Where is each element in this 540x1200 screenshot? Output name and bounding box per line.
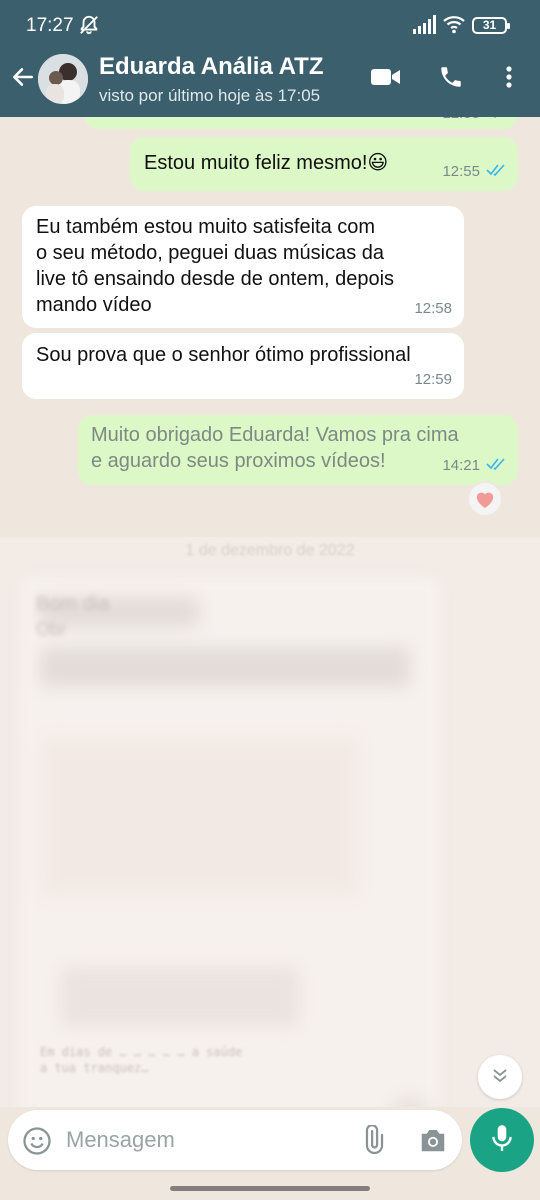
chat-header: Eduarda Anália ATZ visto por último hoje… xyxy=(0,50,540,117)
double-check-read-icon xyxy=(486,117,506,127)
scroll-to-bottom-button[interactable] xyxy=(478,1055,522,1099)
message-composer[interactable]: Mensagem xyxy=(8,1110,462,1170)
double-check-read-icon xyxy=(486,453,506,479)
message-meta: 12:55 xyxy=(442,159,506,185)
contact-last-seen: visto por último hoje às 17:05 xyxy=(99,86,321,105)
message-bubble-outgoing[interactable]: Muito obrigado Eduarda! Vamos pra cima e… xyxy=(78,415,518,485)
attach-paperclip-icon[interactable] xyxy=(358,1124,388,1160)
notifications-muted-icon xyxy=(78,14,100,41)
more-options-icon[interactable] xyxy=(500,64,518,95)
message-meta: 12:58 xyxy=(414,296,452,322)
status-time: 17:27 xyxy=(26,15,74,36)
blurred-text: a tua tranquez… xyxy=(40,1061,149,1075)
message-text: Estou muito feliz mesmo!😃 xyxy=(144,152,389,174)
message-line: o seu método, peguei duas músicas da xyxy=(36,242,384,264)
top-bar: 17:27 31 Eduarda Anália ATZ visto por úl… xyxy=(0,0,540,117)
message-time: 12:58 xyxy=(414,300,452,317)
battery-indicator: 31 xyxy=(472,17,510,34)
double-check-read-icon xyxy=(486,159,506,185)
gesture-navigation-bar[interactable] xyxy=(170,1186,370,1191)
message-input[interactable]: Mensagem xyxy=(66,1127,175,1153)
message-line: live tô ensaindo desde de ontem, depois xyxy=(36,268,395,290)
signal-icon xyxy=(412,15,436,40)
message-meta: 12:59 xyxy=(414,367,452,393)
message-bubble-incoming[interactable]: Sou prova que o senhor ótimo profissiona… xyxy=(22,333,464,399)
message-text: Eu também estou muito satisfeita com o s… xyxy=(36,214,394,318)
blurred-text: Bom dia xyxy=(36,593,110,615)
message-text: Sou prova que o senhor ótimo profissiona… xyxy=(36,344,411,366)
video-call-icon[interactable] xyxy=(370,64,402,95)
blurred-text: Obr xyxy=(36,619,67,639)
voice-record-button[interactable] xyxy=(470,1108,534,1172)
message-time: 14:21 xyxy=(442,457,480,474)
blurred-text: Em dias de … … … … … a saúde xyxy=(40,1045,243,1059)
chat-area[interactable]: 12:55 Estou muito feliz mesmo!😃 12:55 Eu… xyxy=(0,117,540,1107)
message-line: mando vídeo xyxy=(36,294,152,316)
message-line: e aguardo seus proximos vídeos! xyxy=(91,450,386,472)
message-time: 12:55 xyxy=(442,163,480,180)
heart-reaction-icon[interactable] xyxy=(467,481,503,517)
back-arrow-icon[interactable] xyxy=(10,64,36,95)
message-line: Eu também estou muito satisfeita com xyxy=(36,216,376,238)
message-bubble-outgoing[interactable]: Estou muito feliz mesmo!😃 12:55 xyxy=(130,137,518,191)
status-bar: 17:27 31 xyxy=(0,0,540,50)
message-text: Muito obrigado Eduarda! Vamos pra cima e… xyxy=(91,422,459,474)
contact-avatar[interactable] xyxy=(38,54,88,104)
message-bubble-outgoing[interactable]: 12:55 xyxy=(84,117,518,129)
contact-name[interactable]: Eduarda Anália ATZ xyxy=(99,53,323,81)
message-meta: 12:55 xyxy=(442,117,506,127)
microphone-icon xyxy=(489,1123,515,1158)
blurred-region xyxy=(0,537,540,1107)
message-line: Muito obrigado Eduarda! Vamos pra cima xyxy=(91,424,459,446)
message-time: 12:55 xyxy=(442,117,480,127)
wifi-icon xyxy=(442,14,466,39)
message-bubble-incoming[interactable]: Eu também estou muito satisfeita com o s… xyxy=(22,206,464,328)
voice-call-icon[interactable] xyxy=(438,64,464,95)
date-separator: 1 de dezembro de 2022 xyxy=(185,542,355,559)
camera-icon[interactable] xyxy=(418,1126,448,1159)
emoji-icon[interactable] xyxy=(22,1126,52,1161)
message-time: 12:59 xyxy=(414,371,452,388)
double-chevron-down-icon xyxy=(490,1065,510,1090)
message-meta: 14:21 xyxy=(442,453,506,479)
